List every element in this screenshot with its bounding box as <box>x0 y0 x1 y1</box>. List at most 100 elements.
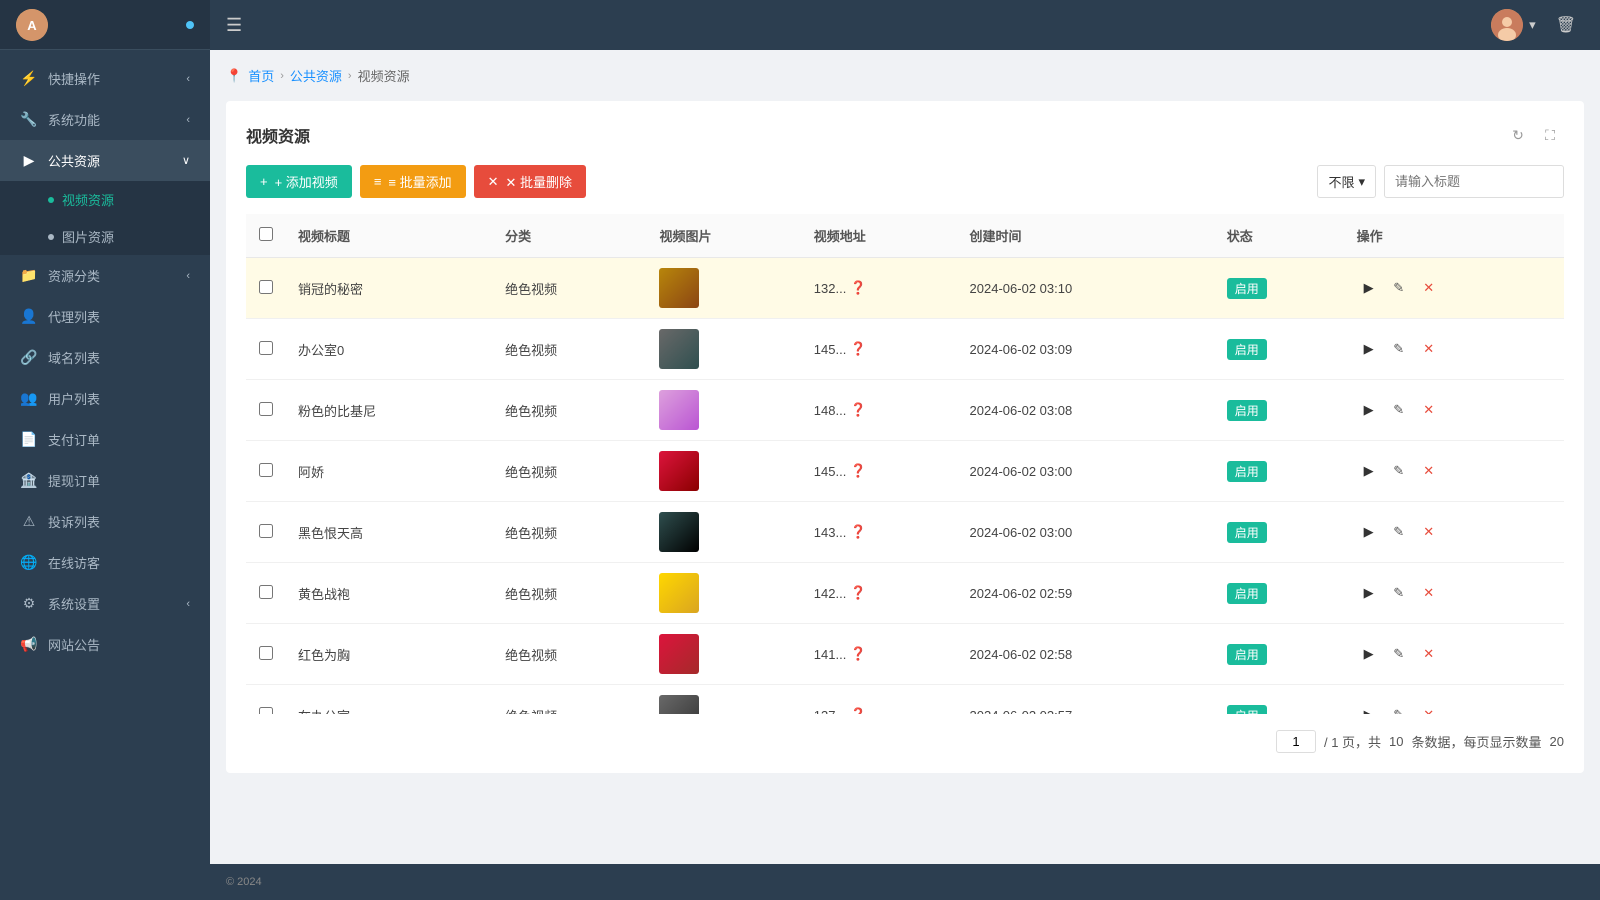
play-button[interactable]: ▶ <box>1357 398 1381 422</box>
delete-button[interactable]: ✕ <box>1417 703 1441 714</box>
add-video-button[interactable]: + + 添加视频 <box>246 165 352 198</box>
help-icon[interactable]: ❓ <box>850 341 866 357</box>
play-button[interactable]: ▶ <box>1357 337 1381 361</box>
row-status: 启用 <box>1215 441 1345 502</box>
help-icon[interactable]: ❓ <box>850 524 866 540</box>
sidebar-item-img-res[interactable]: 图片资源 <box>0 218 210 255</box>
sidebar-item-agent-list[interactable]: 👤 代理列表 <box>0 296 210 337</box>
refresh-button[interactable]: ↻ <box>1504 121 1532 149</box>
breadcrumb-public-res[interactable]: 公共资源 <box>290 66 342 85</box>
edit-button[interactable]: ✎ <box>1387 398 1411 422</box>
row-checkbox[interactable] <box>259 463 273 477</box>
delete-button[interactable]: ✕ <box>1417 642 1441 666</box>
sidebar-label-domain: 域名列表 <box>48 348 100 367</box>
delete-button[interactable]: ✕ <box>1417 581 1441 605</box>
sidebar-item-sys-settings[interactable]: ⚙ 系统设置 ‹ <box>0 583 210 624</box>
thumbnail <box>659 451 699 491</box>
play-button[interactable]: ▶ <box>1357 520 1381 544</box>
fullscreen-button[interactable]: ⛶ <box>1536 121 1564 149</box>
sidebar-item-public-res[interactable]: ▶ 公共资源 ∨ <box>0 140 210 181</box>
edit-button[interactable]: ✎ <box>1387 520 1411 544</box>
row-checkbox[interactable] <box>259 341 273 355</box>
edit-button[interactable]: ✎ <box>1387 276 1411 300</box>
row-created: 2024-06-02 03:00 <box>958 502 1215 563</box>
sidebar-item-site-notice[interactable]: 📢 网站公告 <box>0 624 210 665</box>
play-button[interactable]: ▶ <box>1357 642 1381 666</box>
sidebar-item-user-list[interactable]: 👥 用户列表 <box>0 378 210 419</box>
status-badge: 启用 <box>1227 583 1267 604</box>
sidebar-label-sys-func: 系统功能 <box>48 110 100 129</box>
sidebar: A ⚡ 快捷操作 ‹ 🔧 系统功能 ‹ ▶ 公共资源 ∨ 视频资源 <box>0 0 210 900</box>
sidebar-item-quick-ops[interactable]: ⚡ 快捷操作 ‹ <box>0 58 210 99</box>
delete-button[interactable]: ✕ <box>1417 276 1441 300</box>
row-checkbox[interactable] <box>259 524 273 538</box>
sidebar-item-sys-func[interactable]: 🔧 系统功能 ‹ <box>0 99 210 140</box>
user-icon: 👥 <box>20 390 38 408</box>
table-header: 视频标题 分类 视频图片 视频地址 创建时间 状态 操作 <box>246 214 1564 258</box>
table-row: 红色为胸 绝色视频 141... ❓ 2024-06-02 02:58 启用 ▶… <box>246 624 1564 685</box>
breadcrumb-home[interactable]: 首页 <box>248 66 274 85</box>
sidebar-label-public-res: 公共资源 <box>48 151 100 170</box>
help-icon[interactable]: ❓ <box>850 585 866 601</box>
row-checkbox-cell <box>246 624 286 685</box>
search-input[interactable] <box>1384 165 1564 198</box>
row-category: 绝色视频 <box>493 502 647 563</box>
row-checkbox[interactable] <box>259 585 273 599</box>
filter-select[interactable]: 不限 ▾ <box>1317 165 1376 198</box>
play-button[interactable]: ▶ <box>1357 276 1381 300</box>
row-checkbox[interactable] <box>259 402 273 416</box>
status-badge: 启用 <box>1227 522 1267 543</box>
help-icon[interactable]: ❓ <box>850 646 866 662</box>
play-button[interactable]: ▶ <box>1357 581 1381 605</box>
batch-add-button[interactable]: ≡ ≡ 批量添加 <box>360 165 466 198</box>
sidebar-item-res-category[interactable]: 📁 资源分类 ‹ <box>0 255 210 296</box>
trash-icon[interactable]: 🗑 <box>1548 9 1584 41</box>
sidebar-item-withdraw[interactable]: 🏦 提现订单 <box>0 460 210 501</box>
topbar: ☰ ▾ 🗑 <box>210 0 1600 50</box>
breadcrumb-current: 视频资源 <box>358 66 410 85</box>
row-title: 红色为胸 <box>286 624 493 685</box>
row-actions: ▶ ✎ ✕ <box>1345 563 1564 624</box>
help-icon[interactable]: ❓ <box>850 280 866 296</box>
edit-button[interactable]: ✎ <box>1387 581 1411 605</box>
sidebar-item-video-res[interactable]: 视频资源 <box>0 181 210 218</box>
sidebar-item-online-visit[interactable]: 🌐 在线访客 <box>0 542 210 583</box>
online-icon: 🌐 <box>20 554 38 572</box>
row-url: 142... ❓ <box>802 563 958 624</box>
delete-button[interactable]: ✕ <box>1417 337 1441 361</box>
row-status: 启用 <box>1215 624 1345 685</box>
help-icon[interactable]: ❓ <box>850 402 866 418</box>
hamburger-icon[interactable]: ☰ <box>226 15 242 36</box>
select-all-checkbox[interactable] <box>259 227 273 241</box>
status-badge: 启用 <box>1227 400 1267 421</box>
row-created: 2024-06-02 03:10 <box>958 258 1215 319</box>
status-dot <box>186 21 194 29</box>
row-checkbox[interactable] <box>259 707 273 715</box>
delete-button[interactable]: ✕ <box>1417 520 1441 544</box>
delete-button[interactable]: ✕ <box>1417 398 1441 422</box>
list-icon: ≡ <box>374 174 382 189</box>
sidebar-item-complaint[interactable]: ⚠ 投诉列表 <box>0 501 210 542</box>
batch-delete-button[interactable]: ✕ ✕ 批量删除 <box>474 165 586 198</box>
row-checkbox[interactable] <box>259 280 273 294</box>
help-icon[interactable]: ❓ <box>850 707 866 714</box>
sidebar-item-pay-order[interactable]: 📄 支付订单 <box>0 419 210 460</box>
page-number-input[interactable] <box>1276 730 1316 753</box>
play-button[interactable]: ▶ <box>1357 459 1381 483</box>
delete-button[interactable]: ✕ <box>1417 459 1441 483</box>
row-checkbox[interactable] <box>259 646 273 660</box>
play-button[interactable]: ▶ <box>1357 703 1381 714</box>
edit-button[interactable]: ✎ <box>1387 642 1411 666</box>
row-actions: ▶ ✎ ✕ <box>1345 502 1564 563</box>
col-actions: 操作 <box>1345 214 1564 258</box>
sidebar-item-domain-list[interactable]: 🔗 域名列表 <box>0 337 210 378</box>
user-menu[interactable]: ▾ <box>1491 9 1536 41</box>
edit-button[interactable]: ✎ <box>1387 337 1411 361</box>
row-created: 2024-06-02 02:59 <box>958 563 1215 624</box>
help-icon[interactable]: ❓ <box>850 463 866 479</box>
thumbnail <box>659 634 699 674</box>
url-text: 143... <box>814 525 847 540</box>
edit-button[interactable]: ✎ <box>1387 459 1411 483</box>
thumbnail <box>659 573 699 613</box>
edit-button[interactable]: ✎ <box>1387 703 1411 714</box>
